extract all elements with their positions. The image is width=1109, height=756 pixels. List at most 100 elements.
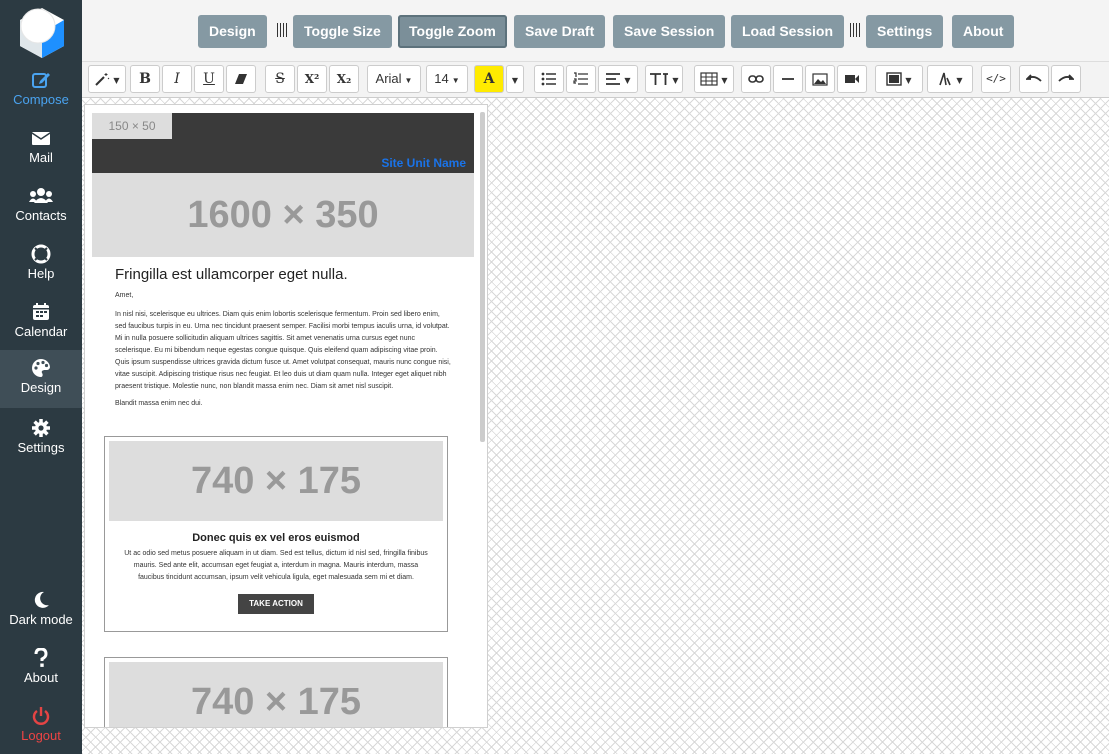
email-template: 150 × 50 Site Unit Name 1600 × 350 Fring… xyxy=(92,113,474,407)
image-icon xyxy=(812,72,828,86)
undo-button[interactable] xyxy=(1019,65,1049,93)
toolbar-separator xyxy=(277,23,289,37)
table-button[interactable]: ▼ xyxy=(694,65,734,93)
toggle-zoom-button[interactable]: Toggle Zoom xyxy=(398,15,507,48)
highlight-color-button[interactable]: A xyxy=(474,65,504,93)
save-session-button[interactable]: Save Session xyxy=(613,15,726,48)
redo-button[interactable] xyxy=(1051,65,1081,93)
logo-placeholder[interactable]: 150 × 50 xyxy=(92,113,172,139)
text-height-icon xyxy=(650,73,669,85)
hero-image-placeholder[interactable]: 1600 × 350 xyxy=(92,173,474,257)
nav-settings[interactable]: Settings xyxy=(0,410,82,468)
toolbar-separator xyxy=(850,23,862,37)
design-button[interactable]: Design xyxy=(198,15,267,48)
highlight-color-dropdown[interactable]: ▼ xyxy=(506,65,524,93)
toggle-size-button[interactable]: Toggle Size xyxy=(293,15,392,48)
strikethrough-button[interactable]: S xyxy=(265,65,295,93)
nav-label: Settings xyxy=(17,440,65,455)
email-preview-frame[interactable]: 150 × 50 Site Unit Name 1600 × 350 Fring… xyxy=(84,104,488,728)
card-image-placeholder[interactable]: 740 × 175 xyxy=(109,441,443,521)
email-salutation[interactable]: Amet, xyxy=(115,292,451,299)
underline-button[interactable]: U xyxy=(194,65,224,93)
top-toolbar: Design Toggle Size Toggle Zoom Save Draf… xyxy=(82,0,1109,62)
power-icon xyxy=(32,707,50,725)
email-body: Fringilla est ullamcorper eget nulla. Am… xyxy=(92,257,474,407)
card-image-placeholder[interactable]: 740 × 175 xyxy=(109,662,443,727)
text-style-button[interactable]: ▼ xyxy=(927,65,973,93)
email-header: 150 × 50 Site Unit Name xyxy=(92,113,474,173)
ordered-list-button[interactable] xyxy=(566,65,596,93)
eraser-icon xyxy=(235,74,247,84)
insert-image-button[interactable] xyxy=(805,65,835,93)
link-icon xyxy=(748,75,764,83)
align-button[interactable]: ▼ xyxy=(598,65,638,93)
nav-help[interactable]: Help xyxy=(0,236,82,294)
nav-label: Design xyxy=(20,380,62,395)
typography-icon xyxy=(939,72,952,86)
code-view-button[interactable]: </> xyxy=(981,65,1011,93)
align-left-icon xyxy=(606,73,621,85)
nav-contacts[interactable]: Contacts xyxy=(0,178,82,236)
magic-style-button[interactable]: ▼ xyxy=(88,65,126,93)
font-family-select[interactable]: Arial ▼ xyxy=(367,65,421,93)
email-signoff[interactable]: Blandit massa enim nec dui. xyxy=(115,400,451,407)
font-size-select[interactable]: 14 ▼ xyxy=(426,65,468,93)
nav-label: Dark mode xyxy=(9,612,73,627)
nav-label: Contacts xyxy=(15,208,67,223)
content-card[interactable]: 740 × 175 xyxy=(104,657,448,727)
about-button[interactable]: About xyxy=(952,15,1015,48)
save-draft-button[interactable]: Save Draft xyxy=(514,15,606,48)
video-icon xyxy=(845,75,859,83)
moon-icon xyxy=(34,591,49,608)
compose-icon xyxy=(32,73,50,88)
site-unit-name[interactable]: Site Unit Name xyxy=(381,156,466,170)
font-size-value: 14 xyxy=(434,71,449,86)
nav-design[interactable]: Design xyxy=(0,350,82,408)
clear-format-button[interactable] xyxy=(226,65,256,93)
help-lifebuoy-icon xyxy=(31,244,51,264)
palette-icon xyxy=(32,358,50,377)
settings-button[interactable]: Settings xyxy=(866,15,944,48)
nav-label: Help xyxy=(27,266,55,281)
question-icon xyxy=(34,648,48,667)
subscript-button[interactable]: X₂ xyxy=(329,65,359,93)
email-paragraph[interactable]: In nisl nisi, scelerisque eu ultrices. D… xyxy=(115,309,451,393)
bold-button[interactable]: B xyxy=(130,65,160,93)
nav-mail[interactable]: Mail xyxy=(0,120,82,178)
nav-label: About xyxy=(24,670,58,685)
content-card[interactable]: 740 × 175 Donec quis ex vel eros euismod… xyxy=(104,436,448,632)
link-button[interactable] xyxy=(741,65,771,93)
bullet-list-button[interactable] xyxy=(534,65,564,93)
nav-calendar[interactable]: Calendar xyxy=(0,294,82,352)
nav-about[interactable]: About xyxy=(0,640,82,698)
insert-video-button[interactable] xyxy=(837,65,867,93)
mail-icon xyxy=(31,132,51,145)
editor-toolbar: ▼ B I U S X² X₂ Arial▼ 14▼ A ▼ ▼ ▼ ▼ ▼ xyxy=(82,62,1109,98)
italic-button[interactable]: I xyxy=(162,65,192,93)
nav-compose[interactable]: Compose xyxy=(0,62,82,120)
superscript-button[interactable]: X² xyxy=(297,65,327,93)
load-session-button[interactable]: Load Session xyxy=(731,15,845,48)
calendar-icon xyxy=(33,303,49,320)
take-action-button[interactable]: TAKE ACTION xyxy=(238,594,314,614)
nav-label: Logout xyxy=(21,728,61,743)
card-title[interactable]: Donec quis ex vel eros euismod xyxy=(105,532,447,544)
gear-icon xyxy=(32,419,50,437)
sidebar: Compose Mail Contacts Help Calendar Desi… xyxy=(0,0,82,754)
font-family-value: Arial xyxy=(375,71,402,86)
contacts-icon xyxy=(29,188,53,203)
table-icon xyxy=(700,72,719,86)
preview-scrollbar[interactable] xyxy=(480,112,485,442)
nav-label: Mail xyxy=(29,150,53,165)
color-button[interactable]: ▼ xyxy=(875,65,923,93)
nav-logout[interactable]: Logout xyxy=(0,698,82,756)
nav-label: Calendar xyxy=(14,324,68,339)
horizontal-rule-button[interactable] xyxy=(773,65,803,93)
unordered-list-icon xyxy=(541,72,556,86)
magic-wand-icon xyxy=(95,73,110,86)
card-text[interactable]: Ut ac odio sed metus posuere aliquam in … xyxy=(105,544,447,584)
nav-dark-mode[interactable]: Dark mode xyxy=(0,582,82,640)
line-height-button[interactable]: ▼ xyxy=(645,65,683,93)
email-title[interactable]: Fringilla est ullamcorper eget nulla. xyxy=(115,266,451,283)
nav-label: Compose xyxy=(13,92,69,107)
